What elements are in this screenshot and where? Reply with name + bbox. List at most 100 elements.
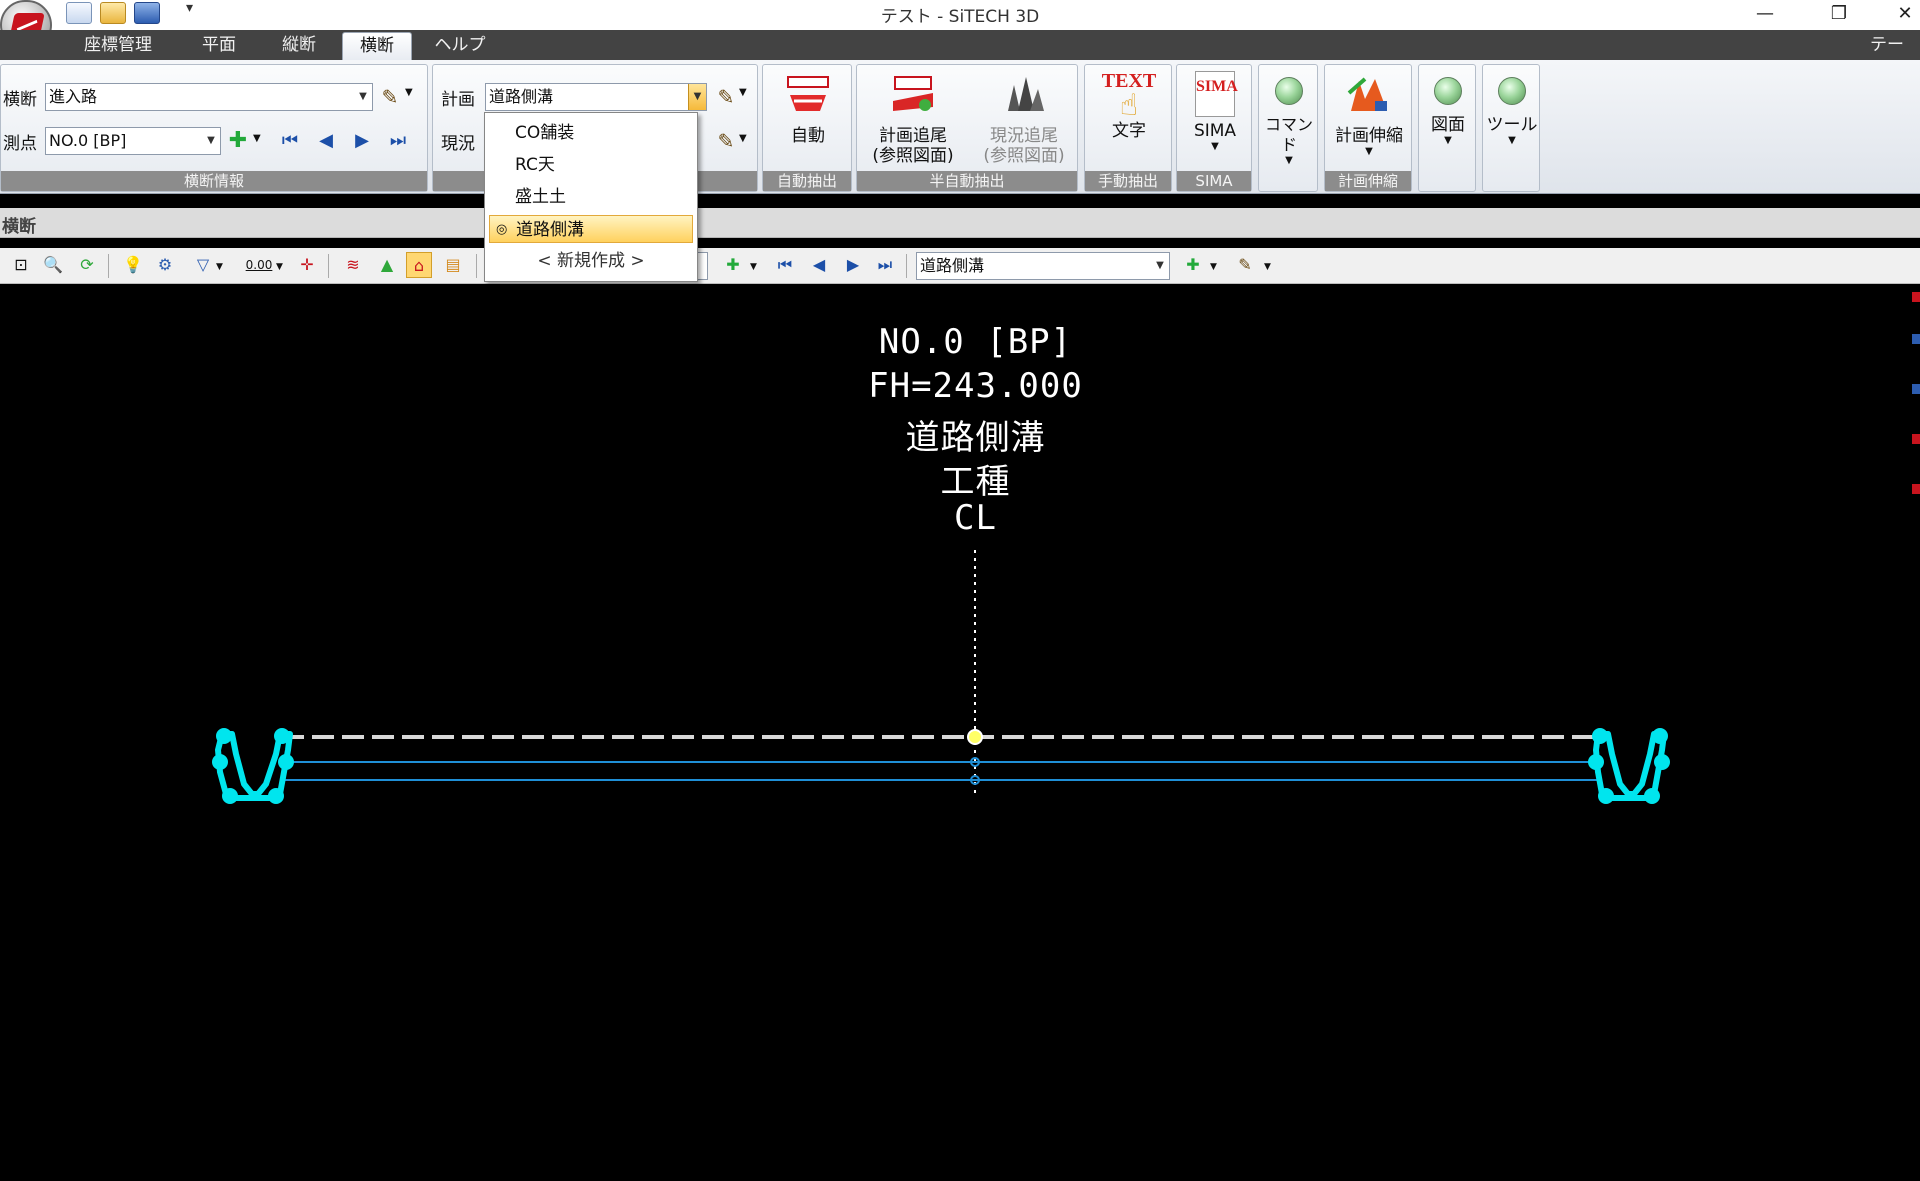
theme-menu[interactable]: テーマ [1870,30,1920,85]
new-file-icon[interactable] [66,2,92,24]
section-header: 横断 [0,208,1920,238]
tool-icon [1498,77,1526,105]
pencil-icon[interactable]: ✎ [1232,252,1258,278]
filter-icon[interactable]: ▽ [190,252,216,278]
layer-combo[interactable]: 道路側溝 ▼ [916,252,1170,280]
station-combo-value: NO.0 [BP] [49,131,127,150]
chevron-down-icon[interactable]: ▼ [354,84,372,110]
left-road-ditch[interactable] [212,728,294,804]
pencil-icon[interactable]: ✎ [711,127,741,155]
chevron-down-icon[interactable]: ▼ [405,87,413,98]
dropdown-item-road-ditch[interactable]: ◎ 道路側溝 [489,215,693,243]
drawing-button[interactable]: 図面 ▼ [1419,69,1477,169]
pencil-icon[interactable]: ✎ [711,83,741,111]
previous-icon[interactable]: ◀ [806,252,832,278]
first-icon[interactable]: ⏮ [772,252,798,278]
current-trace-button[interactable]: 現況追尾 (参照図面) [969,69,1079,169]
chevron-down-icon[interactable]: ▼ [253,133,261,144]
add-station-icon[interactable]: ✚ [223,127,253,155]
save-icon[interactable] [134,2,160,24]
plan-trace-button[interactable]: 計画追尾 (参照図面) [857,69,969,169]
section-shape-icon[interactable]: ⌂ [406,252,432,278]
tab-coordinate-management[interactable]: 座標管理 [70,30,166,60]
tool-button[interactable]: ツール ▼ [1483,69,1541,169]
document-icon[interactable]: ▤ [440,252,466,278]
next-icon[interactable]: ▶ [840,252,866,278]
dropdown-item-embankment[interactable]: 盛土土 [489,183,693,211]
plan-combo-value: 道路側溝 [489,87,554,106]
right-road-ditch[interactable] [1588,728,1670,804]
command-icon [1275,77,1303,105]
station-combo[interactable]: NO.0 [BP] ▼ [45,127,221,155]
sima-button[interactable]: SIMA SIMA ▼ [1177,69,1253,169]
chevron-down-icon: ▼ [1285,155,1293,166]
refresh-icon[interactable]: ⟳ [74,252,100,278]
tab-cross-section[interactable]: 横断 [342,32,412,60]
previous-icon[interactable]: ◀ [311,127,341,155]
chevron-down-icon[interactable]: ▼ [216,262,223,272]
chevron-down-icon: ▼ [1508,135,1516,146]
plan-combo[interactable]: 道路側溝 ▼ [485,83,707,111]
chevron-down-icon[interactable]: ▼ [739,133,747,144]
restore-button[interactable]: ❐ [1814,0,1864,30]
plan-stretch-button[interactable]: 計画伸縮 ▼ [1325,69,1413,169]
chevron-down-icon: ▼ [1211,141,1219,152]
current-trace-label-1: 現況追尾 [990,126,1058,146]
tab-profile[interactable]: 縦断 [268,30,330,60]
tab-plan-view[interactable]: 平面 [188,30,250,60]
text-button[interactable]: TEXT ☝ 文字 [1085,69,1173,169]
center-point[interactable] [967,729,983,745]
dropdown-item-co-pavement[interactable]: CO舗装 [489,119,693,147]
plan-stretch-label: 計画伸縮 [1335,126,1403,146]
command-button[interactable]: コマンド ▼ [1259,69,1319,169]
chevron-down-icon[interactable]: ▼ [276,262,283,272]
last-icon[interactable]: ⏭ [383,127,413,155]
zoom-icon[interactable]: 🔍 [40,252,66,278]
auto-button[interactable]: 自動 [763,69,853,169]
current-label: 現況 [441,134,475,154]
plan-stretch-icon [1347,77,1387,111]
station-label: 測点 [3,134,37,154]
open-folder-icon[interactable] [100,2,126,24]
terrain-icon[interactable]: ▲ [374,252,400,278]
add-icon[interactable]: ✚ [1180,252,1206,278]
drawing-button-label: 図面 [1431,115,1465,135]
light-bulb-icon[interactable]: 💡 [120,252,146,278]
chevron-down-icon[interactable]: ▼ [739,87,747,98]
tool-button-label: ツール [1486,115,1538,135]
chevron-down-icon[interactable]: ▼ [750,262,757,272]
chevron-down-icon[interactable]: ▼ [1264,262,1271,272]
dropdown-item-label: 道路側溝 [516,220,584,240]
close-button[interactable]: ✕ [1880,0,1920,30]
chevron-down-icon[interactable]: ▼ [1151,253,1169,279]
cross-combo[interactable]: 進入路 ▼ [45,83,373,111]
plan-trace-label-2: (参照図面) [872,146,954,166]
auto-button-label: 自動 [791,126,825,146]
toolbar-separator [476,254,477,278]
chevron-down-icon[interactable]: ▼ [688,84,706,110]
coordinate-axis-icon[interactable]: ✛ [294,252,320,278]
chevron-down-icon[interactable]: ▼ [1210,262,1217,272]
decimal-format[interactable]: 0.00 [242,252,276,278]
plan-stretch-group: 計画伸縮 ▼ 計画伸縮 [1324,64,1412,192]
tab-help[interactable]: ヘルプ [428,30,492,60]
dropdown-item-new[interactable]: < 新規作成 > [489,247,693,275]
settings-icon[interactable]: ⚙ [152,252,178,278]
zoom-extent-icon[interactable]: ⊡ [8,252,34,278]
first-icon[interactable]: ⏮ [275,127,305,155]
section-title: 横断 [2,217,36,237]
next-icon[interactable]: ▶ [347,127,377,155]
minimize-button[interactable]: — [1740,0,1790,30]
pencil-icon[interactable]: ✎ [375,83,405,111]
drawing-icon [1434,77,1462,105]
chevron-down-icon[interactable]: ▼ [202,128,220,154]
add-icon[interactable]: ✚ [720,252,746,278]
quick-access-dropdown-icon[interactable]: ▾ [186,0,193,16]
layer-combo-value: 道路側溝 [920,256,985,275]
cross-section-canvas[interactable]: NO.0 [BP] FH=243.000 道路側溝 工種 CL [0,284,1920,1181]
selected-marker-icon: ◎ [496,222,508,237]
dropdown-item-rc-top[interactable]: RC天 [489,151,693,179]
last-icon[interactable]: ⏭ [872,252,898,278]
current-trace-icon [1008,77,1044,111]
profile-line-icon[interactable]: ≋ [340,252,366,278]
